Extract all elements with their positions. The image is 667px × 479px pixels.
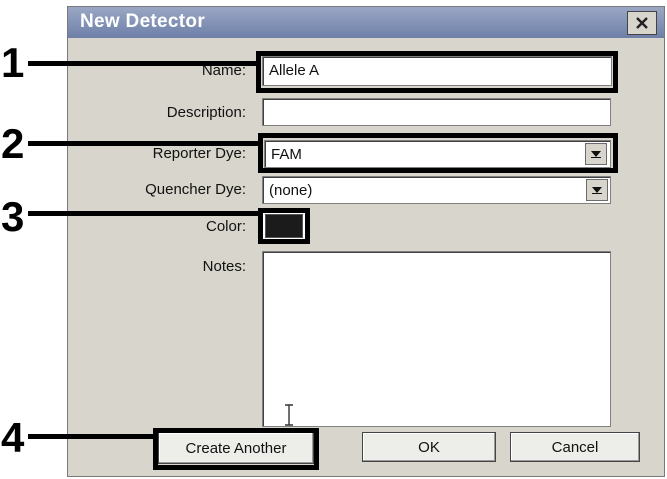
color-label: Color: (205, 218, 246, 235)
callout-line-1 (28, 61, 258, 66)
callout-number-4: 4 (1, 414, 25, 461)
callout-number-1: 1 (1, 39, 25, 86)
reporter-dye-highlight-box (258, 133, 618, 173)
chevron-down-icon (592, 187, 602, 194)
text-cursor-icon (285, 404, 293, 426)
callout-line-2 (28, 141, 260, 146)
window-title: New Detector (80, 11, 206, 32)
callout-line-3 (28, 211, 260, 216)
callout-line-4 (28, 434, 155, 439)
quencher-dye-value: (none) (269, 182, 313, 199)
ok-button[interactable]: OK (362, 432, 496, 462)
notes-textarea[interactable] (262, 251, 611, 427)
reporter-dye-label: Reporter Dye: (152, 145, 246, 162)
description-label: Description: (166, 104, 246, 121)
close-button[interactable] (627, 11, 657, 35)
notes-label: Notes: (202, 258, 246, 275)
quencher-dye-label: Quencher Dye: (145, 181, 246, 198)
create-another-highlight-box (153, 428, 319, 470)
callout-number-2: 2 (1, 120, 25, 167)
description-field[interactable] (262, 98, 611, 126)
cancel-button[interactable]: Cancel (510, 432, 640, 462)
callout-number-3: 3 (1, 193, 25, 240)
quencher-dye-dropdown-button[interactable] (586, 179, 608, 201)
name-highlight-box (256, 51, 618, 93)
quencher-dye-select[interactable]: (none) (262, 176, 611, 204)
color-swatch[interactable] (265, 214, 303, 238)
close-icon (636, 17, 648, 29)
